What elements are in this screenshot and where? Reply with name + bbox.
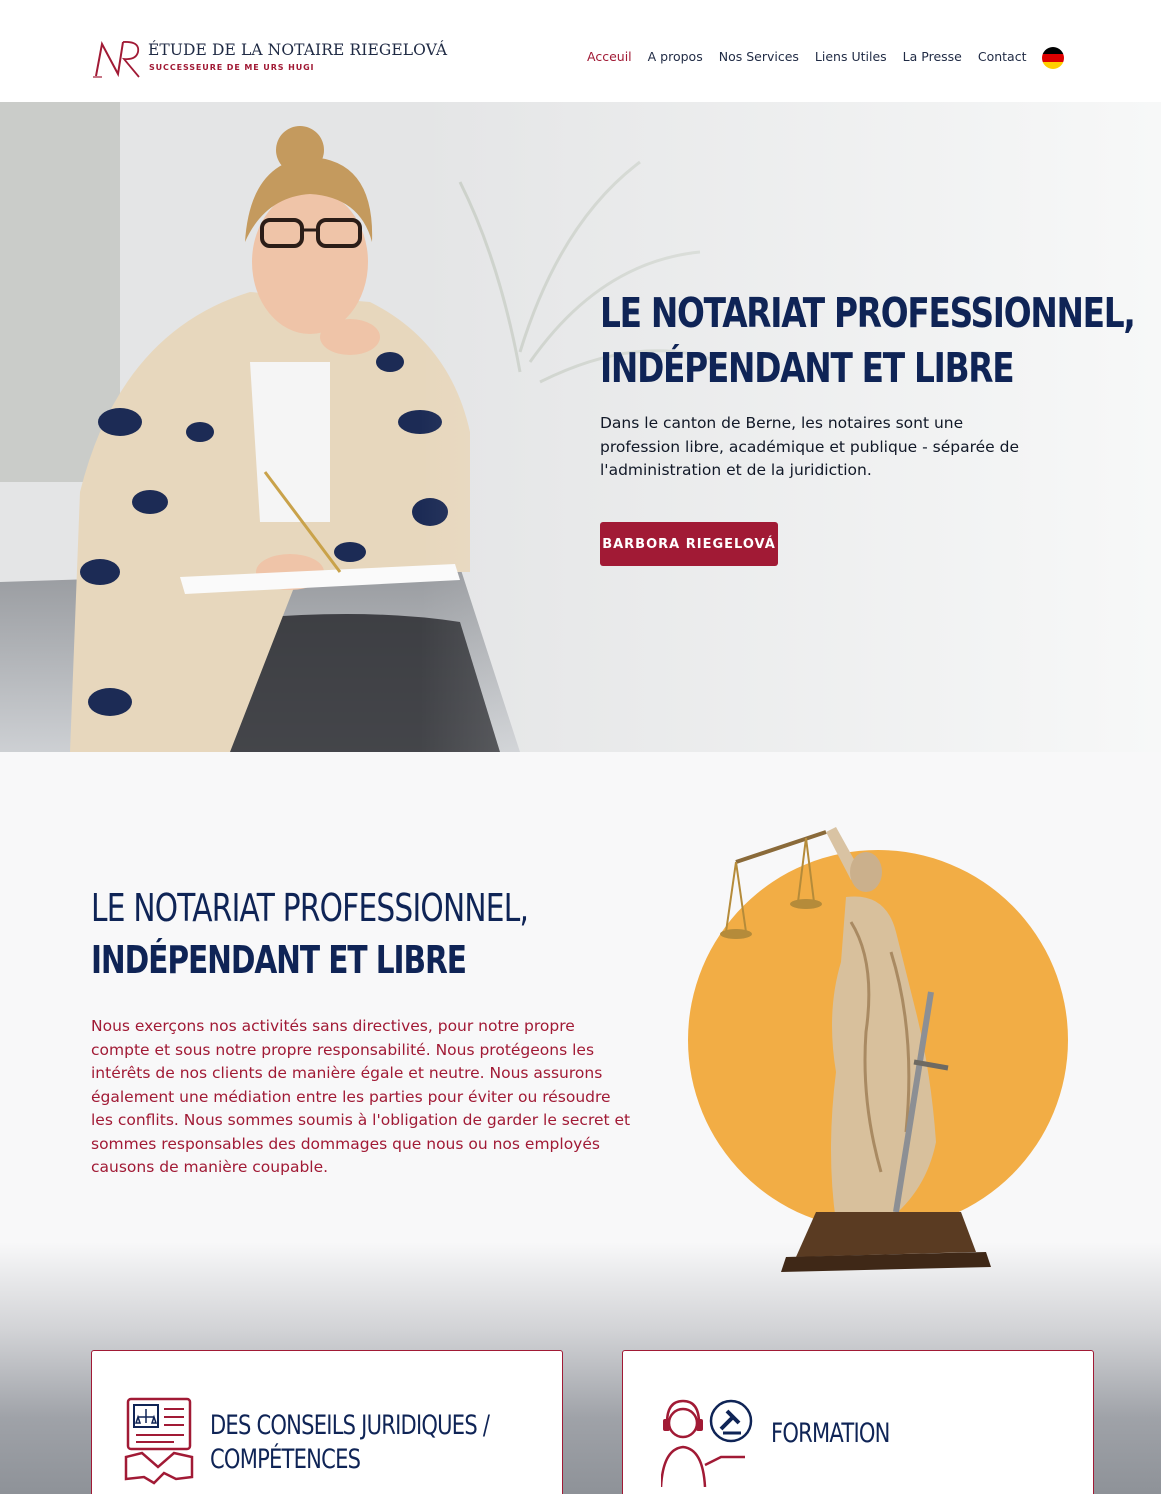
site-logo[interactable]: ÉTUDE DE LA NOTAIRE RIEGELOVÁ SUCCESSEUR… — [92, 38, 447, 80]
nav-item-contact[interactable]: Contact — [978, 49, 1027, 64]
main-nav: Acceuil A propos Nos Services Liens Util… — [587, 49, 1043, 64]
nav-item-a-propos[interactable]: A propos — [648, 49, 703, 64]
hero-title: LE NOTARIAT PROFESSIONNEL, INDÉPENDANT E… — [600, 286, 1136, 396]
logo-monogram-icon — [93, 41, 140, 78]
german-flag-icon[interactable] — [1042, 47, 1064, 69]
barbora-riegelova-button[interactable]: BARBORA RIEGELOVÁ — [600, 522, 778, 566]
card-legal-advice[interactable]: DES CONSEILS JURIDIQUES / COMPÉTENCES — [91, 1350, 563, 1494]
about-title-line1: LE NOTARIAT PROFESSIONNEL, — [91, 886, 529, 930]
about-title-line2: INDÉPENDANT ET LIBRE — [91, 938, 467, 982]
about-section: LE NOTARIAT PROFESSIONNEL, INDÉPENDANT E… — [0, 752, 1161, 1494]
justitia-statue-image — [688, 827, 1068, 1272]
card-legal-advice-title: DES CONSEILS JURIDIQUES / COMPÉTENCES — [210, 1409, 490, 1477]
nav-item-acceuil[interactable]: Acceuil — [587, 49, 632, 64]
logo-title: ÉTUDE DE LA NOTAIRE RIEGELOVÁ — [148, 41, 448, 59]
nav-item-nos-services[interactable]: Nos Services — [719, 49, 799, 64]
hero-title-line1: LE NOTARIAT PROFESSIONNEL, — [600, 289, 1136, 337]
hero-section: LE NOTARIAT PROFESSIONNEL, INDÉPENDANT E… — [0, 102, 1161, 752]
card-formation[interactable]: FORMATION — [622, 1350, 1094, 1494]
nav-item-la-presse[interactable]: La Presse — [903, 49, 962, 64]
site-header: ÉTUDE DE LA NOTAIRE RIEGELOVÁ SUCCESSEUR… — [0, 0, 1161, 102]
hero-description: Dans le canton de Berne, les notaires so… — [600, 414, 1019, 479]
hero-title-line2: INDÉPENDANT ET LIBRE — [600, 344, 1015, 392]
nav-item-liens-utiles[interactable]: Liens Utiles — [815, 49, 887, 64]
card-legal-advice-line1: DES CONSEILS JURIDIQUES / — [210, 1410, 490, 1441]
card-formation-title: FORMATION — [771, 1418, 890, 1449]
card-legal-advice-line2: COMPÉTENCES — [210, 1444, 361, 1475]
support-agent-gavel-icon — [661, 1399, 753, 1487]
logo-subtitle: SUCCESSEURE DE ME URS HUGI — [149, 63, 315, 72]
legal-contract-handshake-icon — [124, 1397, 194, 1485]
about-description: Nous exerçons nos activités sans directi… — [91, 1017, 631, 1176]
